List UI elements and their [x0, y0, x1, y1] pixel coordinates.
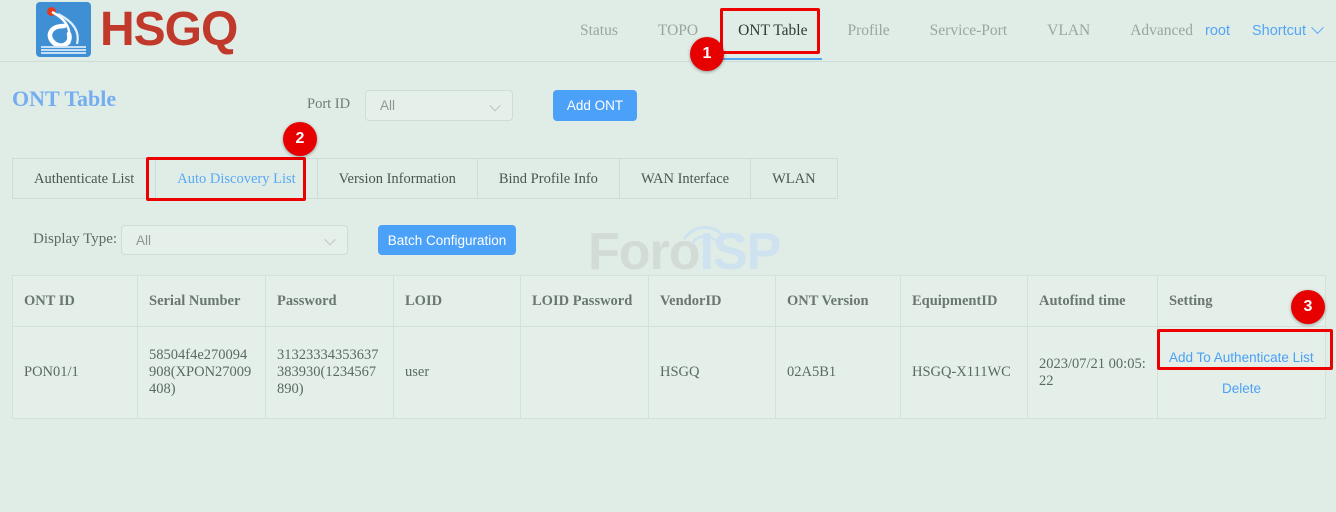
tab-wlan[interactable]: WLAN — [751, 158, 838, 199]
column-header-ont-version: ONT Version — [776, 276, 901, 327]
main-nav: Status TOPO ONT Table Profile Service-Po… — [560, 0, 1213, 61]
column-header-serial-number: Serial Number — [138, 276, 266, 327]
ont-table-page: HSGQ Status TOPO ONT Table Profile Servi… — [0, 0, 1336, 512]
batch-configuration-button[interactable]: Batch Configuration — [378, 225, 516, 255]
cell-ont-id: PON01/1 — [13, 327, 138, 419]
cell-serial-number: 58504f4e270094908(XPON27009408) — [138, 327, 266, 419]
chevron-down-icon — [324, 234, 335, 245]
tab-wan-interface[interactable]: WAN Interface — [620, 158, 751, 199]
add-ont-button[interactable]: Add ONT — [553, 90, 637, 121]
header-right-links: root Shortcut — [1183, 0, 1322, 61]
cell-loid-password — [521, 327, 649, 419]
tab-bar: Authenticate List Auto Discovery List Ve… — [12, 158, 838, 199]
brand-logo[interactable]: HSGQ — [36, 2, 237, 57]
column-header-autofind-time: Autofind time — [1028, 276, 1158, 327]
delete-link[interactable]: Delete — [1169, 381, 1314, 396]
chevron-down-icon — [489, 100, 500, 111]
table-row: PON01/1 58504f4e270094908(XPON27009408) … — [13, 327, 1326, 419]
tab-version-information[interactable]: Version Information — [318, 158, 478, 199]
cell-equipment-id: HSGQ-X111WC — [901, 327, 1028, 419]
port-id-label: Port ID — [307, 96, 350, 113]
active-nav-underline — [717, 58, 822, 60]
port-id-value: All — [380, 98, 395, 113]
wifi-arcs-icon — [679, 216, 731, 246]
add-to-authenticate-list-link[interactable]: Add To Authenticate List — [1169, 350, 1314, 365]
column-header-vendor-id: VendorID — [649, 276, 776, 327]
annotation-badge-1: 1 — [690, 37, 724, 71]
tab-authenticate-list[interactable]: Authenticate List — [12, 158, 156, 199]
nav-item-status[interactable]: Status — [580, 0, 618, 61]
column-header-equipment-id: EquipmentID — [901, 276, 1028, 327]
page-title: ONT Table — [12, 86, 116, 112]
annotation-badge-3: 3 — [1291, 290, 1325, 324]
user-link[interactable]: root — [1205, 23, 1230, 39]
chevron-down-icon — [1311, 21, 1324, 34]
column-header-password: Password — [266, 276, 394, 327]
cell-loid: user — [394, 327, 521, 419]
ont-data-table: ONT ID Serial Number Password LOID LOID … — [12, 275, 1326, 419]
column-header-loid-password: LOID Password — [521, 276, 649, 327]
cell-password: 31323334353637383930(1234567890) — [266, 327, 394, 419]
annotation-badge-2: 2 — [283, 122, 317, 156]
app-header: HSGQ Status TOPO ONT Table Profile Servi… — [0, 0, 1336, 62]
hsgq-logo-icon — [36, 2, 91, 57]
display-type-select[interactable]: All — [121, 225, 348, 255]
tab-bind-profile-info[interactable]: Bind Profile Info — [478, 158, 620, 199]
logo-stripes-icon — [41, 46, 86, 54]
cell-setting: Add To Authenticate List Delete — [1158, 327, 1326, 419]
nav-item-service-port[interactable]: Service-Port — [930, 0, 1007, 61]
cell-ont-version: 02A5B1 — [776, 327, 901, 419]
port-id-select[interactable]: All — [365, 90, 513, 121]
cell-autofind-time: 2023/07/21 00:05:22 — [1028, 327, 1158, 419]
cell-vendor-id: HSGQ — [649, 327, 776, 419]
table-header-row: ONT ID Serial Number Password LOID LOID … — [13, 276, 1326, 327]
column-header-ont-id: ONT ID — [13, 276, 138, 327]
brand-name: HSGQ — [100, 6, 237, 54]
display-type-label: Display Type: — [33, 231, 117, 248]
column-header-loid: LOID — [394, 276, 521, 327]
shortcut-label: Shortcut — [1252, 23, 1306, 39]
nav-item-vlan[interactable]: VLAN — [1047, 0, 1090, 61]
shortcut-menu[interactable]: Shortcut — [1252, 23, 1322, 39]
nav-item-ont-table[interactable]: ONT Table — [738, 0, 807, 61]
nav-item-profile[interactable]: Profile — [847, 0, 889, 61]
tab-auto-discovery-list[interactable]: Auto Discovery List — [156, 158, 317, 199]
display-type-value: All — [136, 233, 151, 248]
